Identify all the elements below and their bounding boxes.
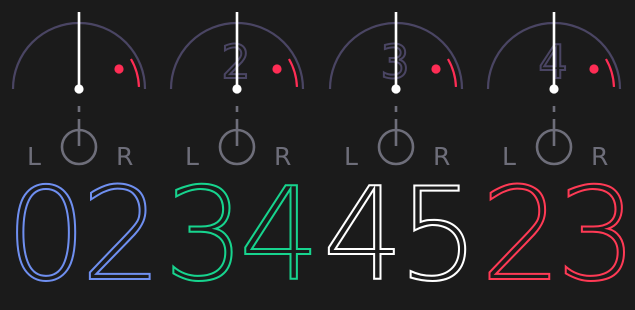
peak-indicator-dot (589, 64, 599, 74)
pan-knob[interactable] (535, 106, 573, 166)
channel-strip: LR02 2LR34 3LR45 4LR23 (0, 0, 635, 307)
meter-and-pan-graphics: 2 (169, 12, 305, 166)
channel-value: 34 (163, 161, 322, 310)
pan-knob[interactable] (218, 106, 256, 166)
channel-3: 3LR45 (317, 0, 480, 307)
channel-value: 45 (322, 161, 481, 310)
peak-arc (287, 58, 299, 87)
meter-and-pan-graphics: 3 (328, 12, 464, 166)
channel-1: L R 02 (0, 0, 163, 307)
peak-indicator-dot (114, 64, 124, 74)
needle-pivot (232, 84, 242, 94)
needle-pivot (74, 84, 84, 94)
peak-arc (446, 58, 458, 87)
peak-arc (604, 58, 616, 87)
peak-arc (129, 58, 141, 87)
peak-indicator-dot (431, 64, 441, 74)
pan-knob[interactable] (60, 106, 98, 166)
needle-pivot (391, 84, 401, 94)
channel-value: 02 (5, 161, 164, 310)
channel-value: 23 (480, 161, 635, 310)
peak-indicator-dot (272, 64, 282, 74)
channel-4: 4LR23 (475, 0, 635, 307)
meter-and-pan-graphics: 4 (486, 12, 622, 166)
meter-and-pan-graphics (11, 12, 147, 166)
needle-pivot (549, 84, 559, 94)
channel-2: 2LR34 (158, 0, 321, 307)
pan-knob[interactable] (377, 106, 415, 166)
